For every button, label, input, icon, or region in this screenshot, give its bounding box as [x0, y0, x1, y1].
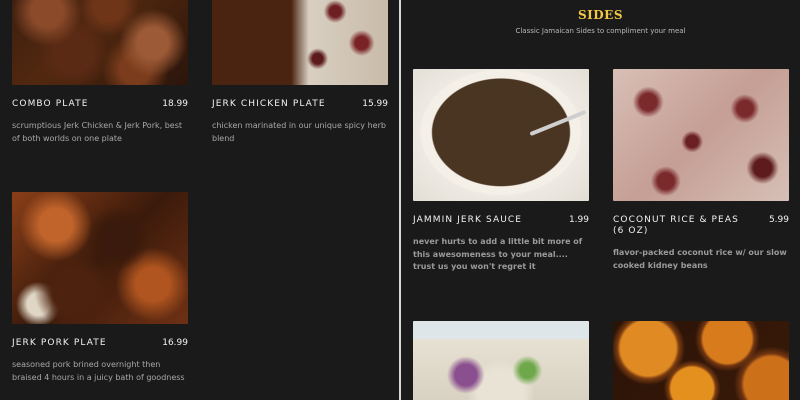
menu-item-jerk-chicken-plate[interactable]: JERK CHICKEN PLATE 15.99 chicken marinat… — [212, 0, 388, 145]
menu-panel-left: COMBO PLATE 18.99 scrumptious Jerk Chick… — [0, 0, 400, 400]
menu-item-coconut-rice-peas[interactable]: COCONUT RICE & PEAS (6 OZ) 5.99 flavor-p… — [613, 69, 789, 272]
menu-item-fried-plantain[interactable] — [613, 321, 789, 400]
item-name: JAMMIN JERK SAUCE — [413, 215, 523, 225]
menu-item-jammin-jerk-sauce[interactable]: JAMMIN JERK SAUCE 1.99 never hurts to ad… — [413, 69, 589, 274]
sides-panel: SIDES Classic Jamaican Sides to complime… — [401, 0, 800, 400]
item-price: 18.99 — [162, 99, 188, 109]
coleslaw-photo[interactable] — [413, 321, 589, 400]
jerk-pork-plate-photo[interactable] — [12, 192, 188, 324]
combo-plate-photo[interactable] — [12, 0, 188, 85]
menu-item-combo-plate[interactable]: COMBO PLATE 18.99 scrumptious Jerk Chick… — [12, 0, 188, 145]
item-name: COCONUT RICE & PEAS (6 OZ) — [613, 215, 739, 236]
jerk-sauce-photo[interactable] — [413, 69, 589, 201]
item-price: 5.99 — [768, 215, 789, 225]
item-price: 1.99 — [568, 215, 589, 225]
item-description: never hurts to add a little bit more of … — [413, 237, 583, 271]
item-price: 16.99 — [162, 338, 188, 348]
section-subtitle: Classic Jamaican Sides to compliment you… — [515, 27, 686, 35]
menu-item-coleslaw[interactable] — [413, 321, 589, 400]
item-name: COMBO PLATE — [12, 99, 89, 109]
section-title: SIDES — [578, 8, 623, 22]
jerk-chicken-plate-photo[interactable] — [212, 0, 388, 85]
item-description: scrumptious Jerk Chicken & Jerk Pork, be… — [12, 121, 183, 143]
menu-item-jerk-pork-plate[interactable]: JERK PORK PLATE 16.99 seasoned pork brin… — [12, 192, 188, 384]
item-description: seasoned pork brined overnight then brai… — [12, 360, 185, 382]
item-description: flavor-packed coconut rice w/ our slow c… — [613, 248, 787, 270]
fried-plantain-photo[interactable] — [613, 321, 789, 400]
item-name: JERK CHICKEN PLATE — [212, 99, 326, 109]
spoon-graphic — [529, 109, 587, 137]
item-description: chicken marinated in our unique spicy he… — [212, 121, 386, 143]
coconut-rice-photo[interactable] — [613, 69, 789, 201]
item-price: 15.99 — [362, 99, 388, 109]
item-name: JERK PORK PLATE — [12, 338, 107, 348]
